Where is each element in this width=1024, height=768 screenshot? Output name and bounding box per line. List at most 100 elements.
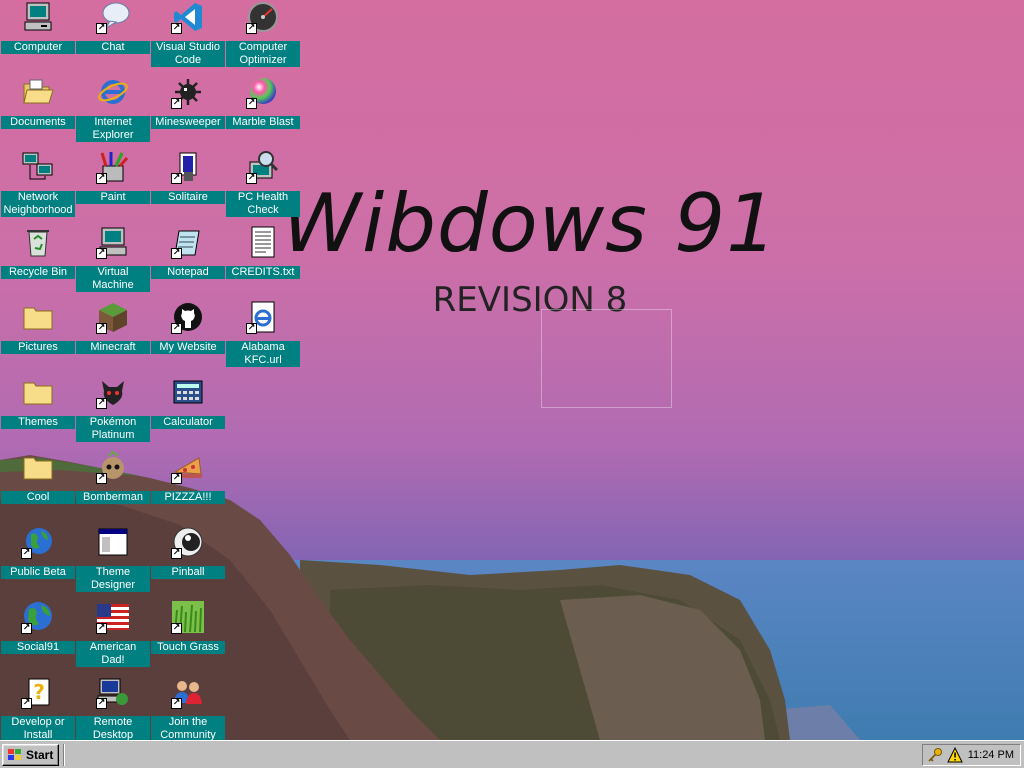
desktop-icon-notepad[interactable]: ↗ Notepad xyxy=(150,225,226,279)
desktop-icon-cool[interactable]: Cool xyxy=(0,450,76,504)
window-icon xyxy=(96,525,130,559)
shortcut-arrow-icon: ↗ xyxy=(171,23,182,34)
icon-label: Documents xyxy=(1,116,75,129)
globe-icon: ↗ xyxy=(21,525,55,559)
icon-label: PC Health Check xyxy=(226,191,300,217)
desktop-icon-remote-desktop[interactable]: ↗ Remote Desktop xyxy=(75,675,151,742)
desktop-icon-touch-grass[interactable]: ↗ Touch Grass xyxy=(150,600,226,654)
help-document-icon: ? ↗ xyxy=(21,675,55,709)
icon-label: Notepad xyxy=(151,266,225,279)
desktop-icon-minecraft[interactable]: ↗ Minecraft xyxy=(75,300,151,354)
desktop-icon-virtual-machine[interactable]: ↗ Virtual Machine xyxy=(75,225,151,292)
desktop-icon-bomberman[interactable]: ↗ Bomberman xyxy=(75,450,151,504)
desktop-icon-computer-optimizer[interactable]: ↗ Computer Optimizer xyxy=(225,0,301,67)
shortcut-arrow-icon: ↗ xyxy=(171,323,182,334)
shortcut-arrow-icon: ↗ xyxy=(171,248,182,259)
shortcut-arrow-icon: ↗ xyxy=(96,23,107,34)
desktop-icon-my-website[interactable]: ↗ My Website xyxy=(150,300,226,354)
icon-label: Bomberman xyxy=(76,491,150,504)
desktop-icon-credits-txt[interactable]: CREDITS.txt xyxy=(225,225,301,279)
desktop-icon-marble-blast[interactable]: ↗ Marble Blast xyxy=(225,75,301,129)
chat-bubble-icon: ↗ xyxy=(96,0,130,34)
paint-brushes-icon: ↗ xyxy=(96,150,130,184)
shortcut-arrow-icon: ↗ xyxy=(96,473,107,484)
shortcut-arrow-icon: ↗ xyxy=(96,698,107,709)
marble-icon: ↗ xyxy=(246,75,280,109)
icon-label: Marble Blast xyxy=(226,116,300,129)
clock[interactable]: 11:24 PM xyxy=(968,749,1014,761)
shortcut-arrow-icon: ↗ xyxy=(171,473,182,484)
desktop-icon-paint[interactable]: ↗ Paint xyxy=(75,150,151,204)
shortcut-arrow-icon: ↗ xyxy=(21,698,32,709)
desktop-icon-solitaire[interactable]: ↗ Solitaire xyxy=(150,150,226,204)
icon-label: CREDITS.txt xyxy=(226,266,300,279)
folder-icon xyxy=(21,450,55,484)
icon-label: Pokémon Platinum xyxy=(76,416,150,442)
desktop-icon-pinball[interactable]: ↗ Pinball xyxy=(150,525,226,579)
icon-label: Cool xyxy=(1,491,75,504)
start-button[interactable]: Start xyxy=(2,744,59,766)
desktop-icon-pictures[interactable]: Pictures xyxy=(0,300,76,354)
icon-label: Computer xyxy=(1,41,75,54)
key-icon[interactable] xyxy=(927,747,943,763)
shortcut-arrow-icon: ↗ xyxy=(96,248,107,259)
icon-label: Internet Explorer xyxy=(76,116,150,142)
desktop-icon-chat[interactable]: ↗ Chat xyxy=(75,0,151,54)
notepad-icon: ↗ xyxy=(171,225,205,259)
desktop-icon-social91[interactable]: ↗ Social91 xyxy=(0,600,76,654)
desktop-icon-pc-health-check[interactable]: ↗ PC Health Check xyxy=(225,150,301,217)
desktop-icon-theme-designer[interactable]: Theme Designer xyxy=(75,525,151,592)
icon-label: Public Beta xyxy=(1,566,75,579)
calculator-icon xyxy=(171,375,205,409)
shortcut-arrow-icon: ↗ xyxy=(96,323,107,334)
desktop-icon-develop-or-install[interactable]: ? ↗ Develop or Install xyxy=(0,675,76,742)
internet-explorer-icon xyxy=(96,75,130,109)
shortcut-arrow-icon: ↗ xyxy=(96,623,107,634)
desktop-icon-american-dad[interactable]: ↗ American Dad! xyxy=(75,600,151,667)
start-label: Start xyxy=(26,748,54,762)
warning-icon[interactable] xyxy=(947,747,963,763)
windows-logo-icon xyxy=(8,749,21,760)
pokemon-icon: ↗ xyxy=(96,375,130,409)
desktop-icon-themes[interactable]: Themes xyxy=(0,375,76,429)
computer-icon: ↗ xyxy=(96,225,130,259)
desktop-icon-public-beta[interactable]: ↗ Public Beta xyxy=(0,525,76,579)
shortcut-arrow-icon: ↗ xyxy=(246,98,257,109)
shortcut-arrow-icon: ↗ xyxy=(171,548,182,559)
icon-label: Social91 xyxy=(1,641,75,654)
bomberman-icon: ↗ xyxy=(96,450,130,484)
desktop-icon-internet-explorer[interactable]: Internet Explorer xyxy=(75,75,151,142)
desktop-icon-recycle-bin[interactable]: Recycle Bin xyxy=(0,225,76,279)
desktop-icon-calculator[interactable]: Calculator xyxy=(150,375,226,429)
desktop-icon-documents[interactable]: Documents xyxy=(0,75,76,129)
pinball-icon: ↗ xyxy=(171,525,205,559)
magnifier-computer-icon: ↗ xyxy=(246,150,280,184)
recycle-bin-icon xyxy=(21,225,55,259)
taskbar: Start 11:24 PM xyxy=(0,740,1024,768)
github-icon: ↗ xyxy=(171,300,205,334)
icon-label: Chat xyxy=(76,41,150,54)
mine-icon: ↗ xyxy=(171,75,205,109)
desktop-icon-pokemon-platinum[interactable]: ↗ Pokémon Platinum xyxy=(75,375,151,442)
icon-label: Pictures xyxy=(1,341,75,354)
icon-label: Pinball xyxy=(151,566,225,579)
globe-icon: ↗ xyxy=(21,600,55,634)
pizza-icon: ↗ xyxy=(171,450,205,484)
icon-label: Alabama KFC.url xyxy=(226,341,300,367)
desktop-icon-join-the-community[interactable]: ↗ Join the Community xyxy=(150,675,226,742)
desktop-icon-pizzza[interactable]: ↗ PIZZZA!!! xyxy=(150,450,226,504)
shortcut-arrow-icon: ↗ xyxy=(171,98,182,109)
taskbar-divider xyxy=(63,744,65,766)
desktop-icon-alabama-kfc-url[interactable]: ↗ Alabama KFC.url xyxy=(225,300,301,367)
desktop-icon-computer[interactable]: Computer xyxy=(0,0,76,54)
speedometer-icon: ↗ xyxy=(246,0,280,34)
desktop-icon-vscode[interactable]: ↗ Visual Studio Code xyxy=(150,0,226,67)
us-flag-icon: ↗ xyxy=(96,600,130,634)
remote-desktop-icon: ↗ xyxy=(96,675,130,709)
icon-label: Remote Desktop xyxy=(76,716,150,742)
desktop-icon-minesweeper[interactable]: ↗ Minesweeper xyxy=(150,75,226,129)
people-icon: ↗ xyxy=(171,675,205,709)
shortcut-arrow-icon: ↗ xyxy=(246,173,257,184)
desktop-icon-network-neighborhood[interactable]: Network Neighborhood xyxy=(0,150,76,217)
internet-shortcut-icon: ↗ xyxy=(246,300,280,334)
